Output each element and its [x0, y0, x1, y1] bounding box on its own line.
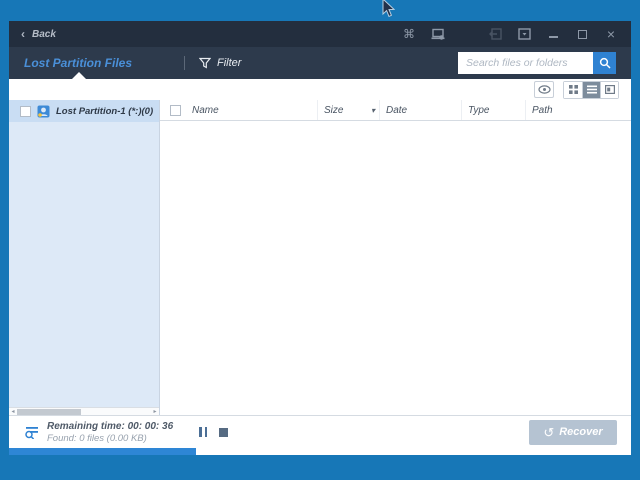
select-all-cell: [160, 100, 186, 120]
desktop-background: ‹ Back ⌘: [0, 0, 640, 480]
partition-drive-icon: [37, 105, 50, 118]
capture-device-icon[interactable]: [430, 26, 446, 42]
search-input[interactable]: [458, 52, 593, 74]
recover-restore-icon: ↺: [543, 426, 554, 439]
selected-tab-pointer: [72, 72, 86, 79]
stop-scan-button[interactable]: [219, 428, 228, 437]
recover-button[interactable]: ↺ Recover: [529, 420, 617, 445]
sort-caret-icon[interactable]: ▾: [371, 106, 375, 115]
column-header-name[interactable]: Name: [186, 100, 318, 120]
folder-tree-sidebar: Lost Partition-1 (*:)(0) ◂ ▸: [9, 100, 160, 415]
import-icon[interactable]: [487, 26, 503, 42]
command-icon[interactable]: ⌘: [401, 26, 417, 42]
funnel-icon: [199, 57, 211, 69]
pause-scan-button[interactable]: [199, 427, 207, 437]
search-box: [458, 52, 616, 74]
scrollbar-thumb[interactable]: [17, 409, 81, 415]
table-header: Name Size ▾ Date Type Path: [160, 100, 631, 121]
back-button[interactable]: ‹ Back: [21, 28, 56, 40]
close-icon[interactable]: ×: [603, 26, 619, 42]
app-window: ‹ Back ⌘: [9, 21, 631, 455]
titlebar: ‹ Back ⌘: [9, 21, 631, 47]
pause-icon: [199, 427, 202, 437]
remaining-time-label: Remaining time: 00: 00: 36: [47, 421, 173, 433]
recover-label: Recover: [559, 426, 602, 438]
scan-status-text: Remaining time: 00: 00: 36 Found: 0 file…: [47, 421, 173, 444]
found-files-label: Found: 0 files (0.00 KB): [47, 433, 173, 444]
filter-label: Filter: [217, 57, 241, 69]
scrollbar-track[interactable]: [17, 408, 151, 416]
mouse-cursor: [381, 0, 395, 18]
column-header-path[interactable]: Path: [526, 100, 631, 120]
page-title[interactable]: Lost Partition Files: [24, 56, 132, 70]
statusbar: Remaining time: 00: 00: 36 Found: 0 file…: [9, 415, 631, 448]
select-all-checkbox[interactable]: [170, 105, 181, 116]
file-table: Name Size ▾ Date Type Path: [160, 100, 631, 415]
back-chevron-icon: ‹: [21, 28, 25, 40]
view-toggle-group: [563, 81, 619, 99]
sidebar-empty-area: [9, 122, 159, 407]
titlebar-icons: ⌘: [388, 26, 619, 42]
search-button[interactable]: [593, 52, 616, 74]
scan-progress-fill: [9, 448, 196, 455]
sidebar-item-lost-partition-1[interactable]: Lost Partition-1 (*:)(0): [9, 100, 159, 122]
partition-checkbox[interactable]: [20, 106, 31, 117]
minimize-icon[interactable]: [545, 26, 561, 42]
list-view-button[interactable]: [582, 82, 600, 98]
detail-view-icon: [605, 85, 615, 94]
sidebar-horizontal-scrollbar[interactable]: ◂ ▸: [9, 407, 159, 415]
view-toolbar: [9, 79, 631, 100]
grid-view-button[interactable]: [564, 82, 582, 98]
table-body-empty: [160, 121, 631, 415]
grid-view-icon: [569, 85, 578, 94]
maximize-icon[interactable]: [574, 26, 590, 42]
scan-progress-track: [9, 448, 631, 455]
menu-box-icon[interactable]: [516, 26, 532, 42]
column-header-date[interactable]: Date: [380, 100, 462, 120]
column-header-size[interactable]: Size ▾: [318, 100, 380, 120]
preview-eye-button[interactable]: [534, 81, 554, 98]
back-label: Back: [32, 29, 56, 40]
detail-view-button[interactable]: [600, 82, 618, 98]
list-view-icon: [587, 85, 597, 94]
eye-icon: [538, 85, 551, 94]
scan-progress-icon: [25, 425, 39, 439]
sidebar-item-label: Lost Partition-1 (*:)(0): [56, 106, 153, 117]
navbar-divider: [184, 56, 185, 70]
search-icon: [599, 57, 611, 69]
column-header-type[interactable]: Type: [462, 100, 526, 120]
filter-button[interactable]: Filter: [199, 57, 241, 69]
navbar: Lost Partition Files Filter: [9, 47, 631, 79]
main-content: Lost Partition-1 (*:)(0) ◂ ▸: [9, 100, 631, 415]
